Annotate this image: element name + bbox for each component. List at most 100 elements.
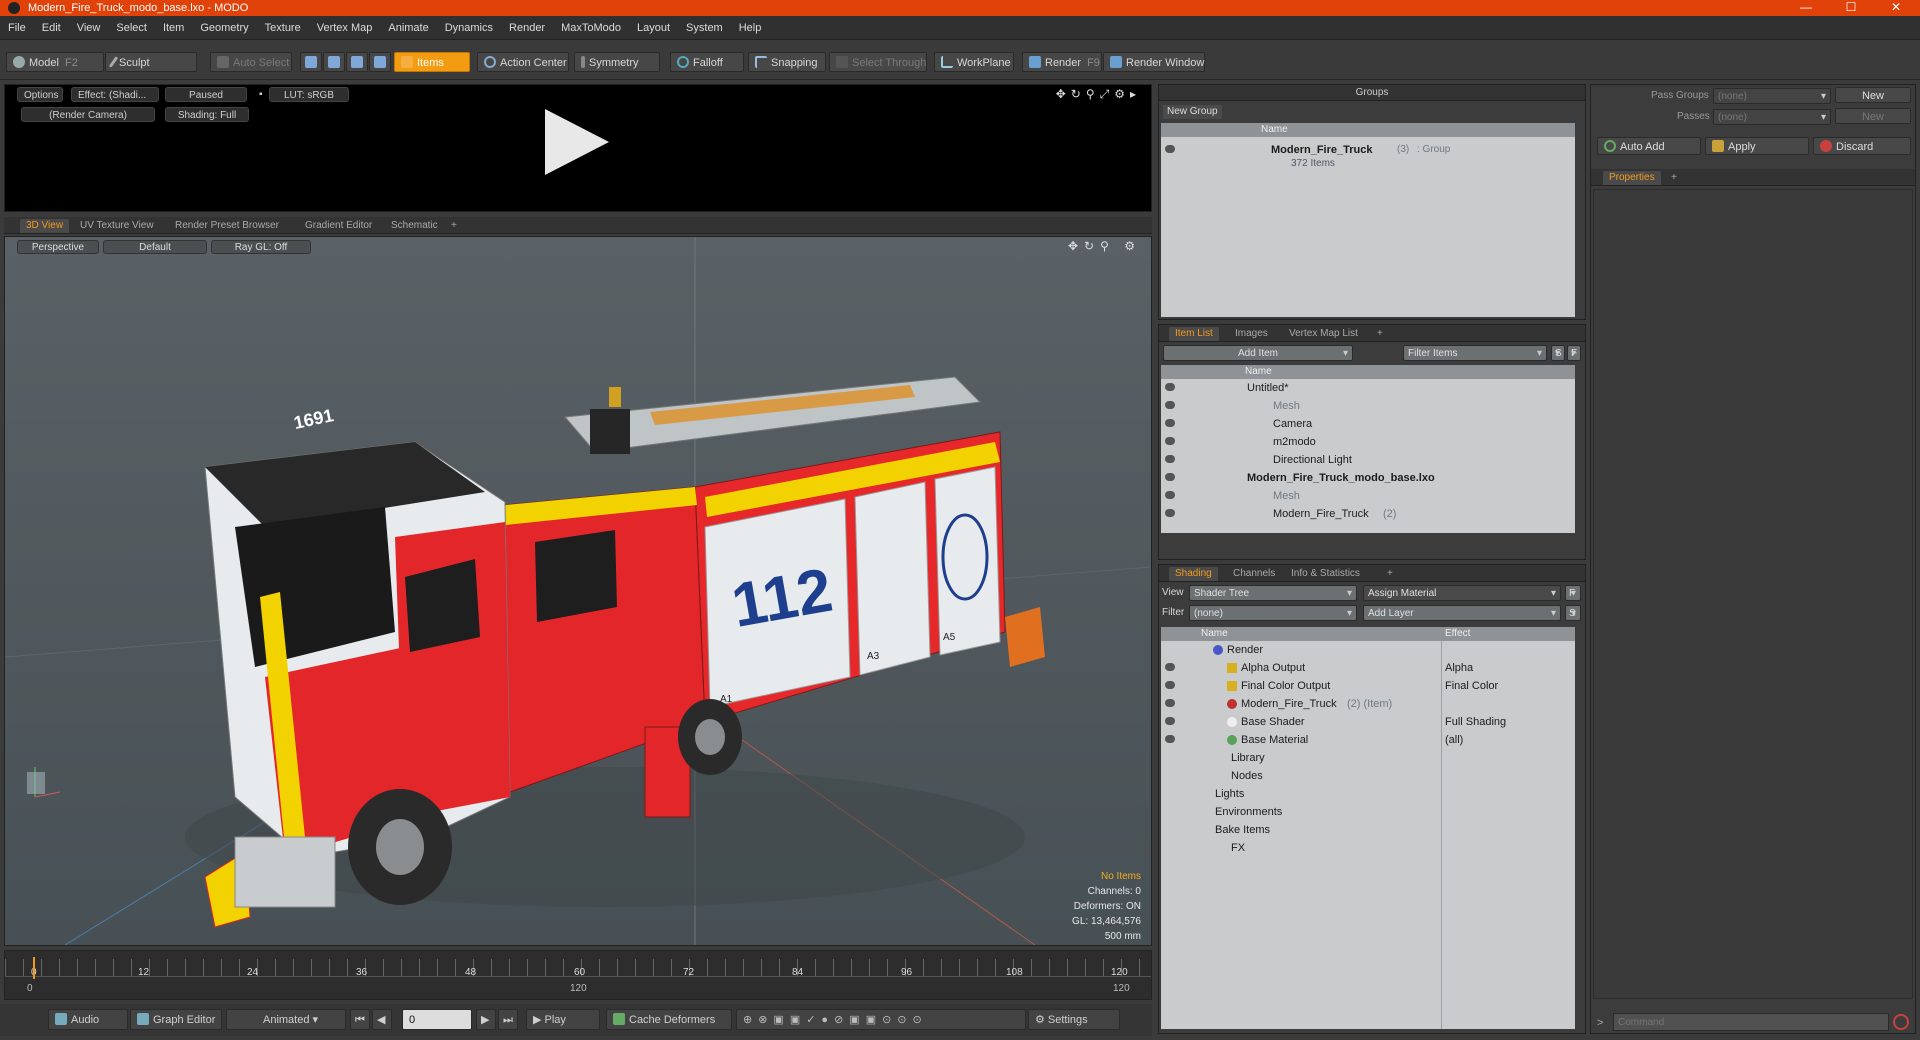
add-tab-button[interactable]: + xyxy=(1371,327,1389,341)
settings-button[interactable]: ⚙ Settings xyxy=(1028,1009,1120,1030)
3d-viewport[interactable]: Perspective Default Ray GL: Off ✥↻⚲ ⚙ 11… xyxy=(4,236,1152,946)
shader-row-bake-items[interactable]: Bake Items xyxy=(1161,821,1575,839)
eye-icon[interactable] xyxy=(1165,455,1175,463)
audio-button[interactable]: Audio xyxy=(48,1009,128,1030)
menu-texture[interactable]: Texture xyxy=(257,16,309,40)
menu-render[interactable]: Render xyxy=(501,16,553,40)
shader-row-environments[interactable]: Environments xyxy=(1161,803,1575,821)
auto-select-button[interactable]: Auto Select xyxy=(210,52,292,72)
eye-icon[interactable] xyxy=(1165,681,1175,689)
command-input[interactable] xyxy=(1613,1013,1889,1031)
new-pass-button[interactable]: New xyxy=(1835,108,1911,124)
snapping-button[interactable]: Snapping xyxy=(748,52,826,72)
play-button[interactable]: ▶ Play xyxy=(526,1009,600,1030)
eye-icon[interactable] xyxy=(1165,473,1175,481)
menu-view[interactable]: View xyxy=(69,16,109,40)
eye-icon[interactable] xyxy=(1165,717,1175,725)
action-center-button[interactable]: Action Center xyxy=(477,52,569,72)
shading-dropdown[interactable]: Shading: Full xyxy=(165,107,249,122)
menu-system[interactable]: System xyxy=(678,16,731,40)
filter-items-field[interactable]: Filter Items xyxy=(1403,345,1547,362)
transport-tool-icons[interactable]: ⊕⊗▣▣✓●⊘▣▣⊙⊙⊙ xyxy=(736,1009,1026,1030)
eye-icon[interactable] xyxy=(1165,509,1175,517)
polygons-mode-button[interactable] xyxy=(346,52,368,72)
passes-dropdown[interactable]: (none) xyxy=(1713,109,1831,126)
shader-row-nodes[interactable]: Nodes xyxy=(1161,767,1575,785)
new-group-button[interactable]: New Group xyxy=(1163,105,1222,119)
cache-deformers-button[interactable]: Cache Deformers xyxy=(606,1009,732,1030)
shader-row-library[interactable]: Library xyxy=(1161,749,1575,767)
f-button[interactable]: F xyxy=(1565,585,1581,602)
shader-row-alpha-output[interactable]: Alpha Output Alpha xyxy=(1161,659,1575,677)
tab-item-list[interactable]: Item List xyxy=(1169,327,1219,341)
preview-paused-button[interactable]: Paused xyxy=(165,87,247,102)
shader-row-base-material[interactable]: Base Material (all) xyxy=(1161,731,1575,749)
playhead[interactable] xyxy=(33,957,35,979)
falloff-button[interactable]: Falloff xyxy=(670,52,744,72)
vertices-mode-button[interactable] xyxy=(300,52,322,72)
s-button[interactable]: S xyxy=(1565,605,1581,622)
edges-mode-button[interactable] xyxy=(323,52,345,72)
item-row-m2modo[interactable]: m2modo xyxy=(1161,433,1575,451)
shader-tree-dropdown[interactable]: Shader Tree xyxy=(1189,585,1357,602)
eye-icon[interactable] xyxy=(1165,419,1175,427)
step-forward-button[interactable]: ▶ xyxy=(476,1009,496,1030)
menu-geometry[interactable]: Geometry xyxy=(192,16,256,40)
frame-field[interactable]: 0 xyxy=(402,1009,472,1030)
tab-schematic[interactable]: Schematic xyxy=(385,219,444,233)
materials-mode-button[interactable] xyxy=(369,52,391,72)
new-pass-group-button[interactable]: New xyxy=(1835,87,1911,103)
preview-options-button[interactable]: Options xyxy=(17,87,63,102)
record-icon[interactable] xyxy=(1893,1014,1909,1030)
preview-effect-dropdown[interactable]: Effect: (Shadi... xyxy=(71,87,159,102)
shader-row-lights[interactable]: Lights xyxy=(1161,785,1575,803)
tab-shading[interactable]: Shading xyxy=(1169,567,1218,581)
tab-render-preset-browser[interactable]: Render Preset Browser xyxy=(169,219,285,233)
auto-add-button[interactable]: Auto Add xyxy=(1597,137,1701,155)
tab-properties[interactable]: Properties xyxy=(1603,171,1661,185)
go-start-button[interactable]: ⏮ xyxy=(350,1009,370,1030)
menu-select[interactable]: Select xyxy=(108,16,155,40)
menu-maxtomodo[interactable]: MaxToModo xyxy=(553,16,629,40)
shader-row-fire-truck[interactable]: Modern_Fire_Truck (2) (Item) xyxy=(1161,695,1575,713)
add-item-dropdown[interactable]: Add Item xyxy=(1163,345,1353,362)
close-button[interactable]: ✕ xyxy=(1874,0,1918,16)
item-row-mesh[interactable]: Mesh xyxy=(1161,397,1575,415)
item-row-camera[interactable]: Camera xyxy=(1161,415,1575,433)
filter-dropdown[interactable]: (none) xyxy=(1189,605,1357,622)
go-end-button[interactable]: ⏭ xyxy=(498,1009,518,1030)
graph-editor-button[interactable]: Graph Editor xyxy=(130,1009,222,1030)
assign-material-button[interactable]: Assign Material xyxy=(1363,585,1561,602)
tab-gradient-editor[interactable]: Gradient Editor xyxy=(299,219,378,233)
tab-3d-view[interactable]: 3D View xyxy=(20,219,70,233)
tab-vertex-map-list[interactable]: Vertex Map List xyxy=(1283,327,1364,341)
render-window-button[interactable]: Render Window xyxy=(1103,52,1205,72)
f-button[interactable]: F xyxy=(1567,345,1581,362)
menu-item[interactable]: Item xyxy=(155,16,192,40)
add-tab-button[interactable]: + xyxy=(1665,171,1683,185)
tab-channels[interactable]: Channels xyxy=(1227,567,1281,581)
item-row-directional-light[interactable]: Directional Light xyxy=(1161,451,1575,469)
tab-info-statistics[interactable]: Info & Statistics xyxy=(1285,567,1366,581)
maximize-button[interactable]: ☐ xyxy=(1829,0,1873,16)
add-tab-button[interactable]: + xyxy=(445,219,463,233)
workplane-button[interactable]: WorkPlane xyxy=(934,52,1014,72)
discard-button[interactable]: Discard xyxy=(1813,137,1911,155)
preview-nav-icons[interactable]: ✥↻⚲⤢⚙▸ xyxy=(1056,87,1141,102)
eye-icon[interactable] xyxy=(1165,145,1175,153)
minimize-button[interactable]: — xyxy=(1784,0,1828,16)
eye-icon[interactable] xyxy=(1165,437,1175,445)
shader-row-fx[interactable]: FX xyxy=(1161,839,1575,857)
item-row-fire-truck[interactable]: Modern_Fire_Truck (2) xyxy=(1161,505,1575,523)
step-back-button[interactable]: ◀ xyxy=(372,1009,392,1030)
menu-file[interactable]: File xyxy=(0,16,34,40)
menu-dynamics[interactable]: Dynamics xyxy=(437,16,501,40)
apply-button[interactable]: Apply xyxy=(1705,137,1809,155)
play-icon[interactable] xyxy=(545,109,609,175)
lut-dropdown[interactable]: LUT: sRGB xyxy=(269,87,349,102)
eye-icon[interactable] xyxy=(1165,663,1175,671)
items-mode-button[interactable]: Items xyxy=(394,52,470,72)
shader-row-render[interactable]: Render xyxy=(1161,641,1575,659)
eye-icon[interactable] xyxy=(1165,383,1175,391)
item-row-scene-file[interactable]: Modern_Fire_Truck_modo_base.lxo xyxy=(1161,469,1575,487)
